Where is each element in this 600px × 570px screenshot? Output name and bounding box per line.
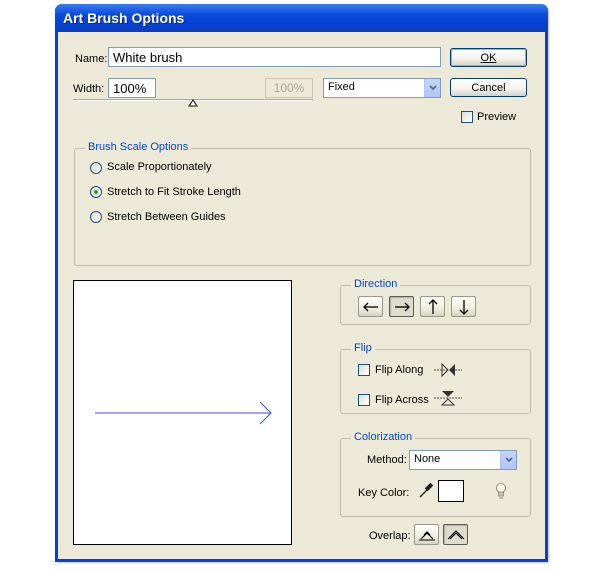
chevron-down-icon[interactable] [500,451,516,469]
title-bar[interactable]: Art Brush Options [55,4,548,32]
direction-title: Direction [351,278,401,290]
colorization-title: Colorization [351,431,416,443]
flip-along-icon [434,362,462,378]
flip-title: Flip [351,342,375,354]
flip-across-label: Flip Across [375,394,429,406]
brush-scale-options-group: Brush Scale Options Scale Proportionatel… [74,141,531,266]
width-slider-thumb-icon[interactable] [188,99,198,107]
flip-along-checkbox[interactable] [358,364,370,376]
direction-group: Direction [340,278,531,325]
dialog-body: Name: OK Cancel Width: Fixed Preview Bru… [58,32,545,559]
arrow-right-icon [394,302,410,311]
width-mode-value: Fixed [328,81,355,93]
width-mode-select[interactable]: Fixed [323,78,441,98]
colorization-method-value: None [414,453,441,465]
name-input[interactable] [108,47,441,67]
overlap-adjust-button[interactable] [414,524,439,545]
chevron-down-icon[interactable] [424,79,440,97]
method-label: Method: [367,454,407,466]
art-brush-options-dialog: Art Brush Options Name: OK Cancel Width:… [55,4,548,562]
stretch-to-fit-label: Stretch to Fit Stroke Length [107,186,241,198]
stretch-between-guides-radio[interactable] [90,211,102,223]
colorization-method-select[interactable]: None [409,450,517,470]
arrow-up-icon [428,298,437,314]
window-title: Art Brush Options [63,10,185,26]
brush-stroke-arrow-icon [95,401,272,425]
scale-proportionately-label: Scale Proportionately [107,161,212,173]
eyedropper-icon[interactable] [418,481,434,499]
brush-scale-options-title: Brush Scale Options [85,141,192,153]
scale-proportionately-radio[interactable] [90,162,102,174]
flip-along-label: Flip Along [375,364,424,376]
stretch-between-guides-label: Stretch Between Guides [107,211,226,223]
preview-label: Preview [477,111,517,123]
direction-left-button[interactable] [358,296,383,317]
overlap-adjust-icon [418,530,435,540]
arrow-down-icon [459,299,468,315]
direction-down-button[interactable] [451,296,476,317]
flip-across-checkbox[interactable] [358,394,370,406]
cancel-button[interactable]: Cancel [450,78,527,97]
preview-checkbox[interactable] [461,111,473,123]
direction-right-button[interactable] [389,296,414,317]
flip-across-icon [434,391,462,406]
name-label: Name: [75,53,108,65]
overlap-label: Overlap: [369,530,411,542]
arrow-left-icon [362,302,378,311]
overlap-none-icon [447,529,464,539]
width-label: Width: [73,83,105,95]
overlap-none-button[interactable] [443,524,468,545]
direction-up-button[interactable] [420,296,445,317]
brush-preview [73,280,292,545]
key-color-swatch[interactable] [438,480,464,502]
width-variation-input [265,78,313,98]
width-input[interactable] [108,78,156,98]
flip-group: Flip Flip Along Flip Across [340,342,531,414]
lightbulb-tips-icon[interactable] [494,482,508,500]
key-color-label: Key Color: [358,487,410,499]
ok-button[interactable]: OK [450,48,527,67]
stretch-to-fit-radio[interactable] [90,186,102,198]
colorization-group: Colorization Method: None Key Color: [340,431,531,517]
